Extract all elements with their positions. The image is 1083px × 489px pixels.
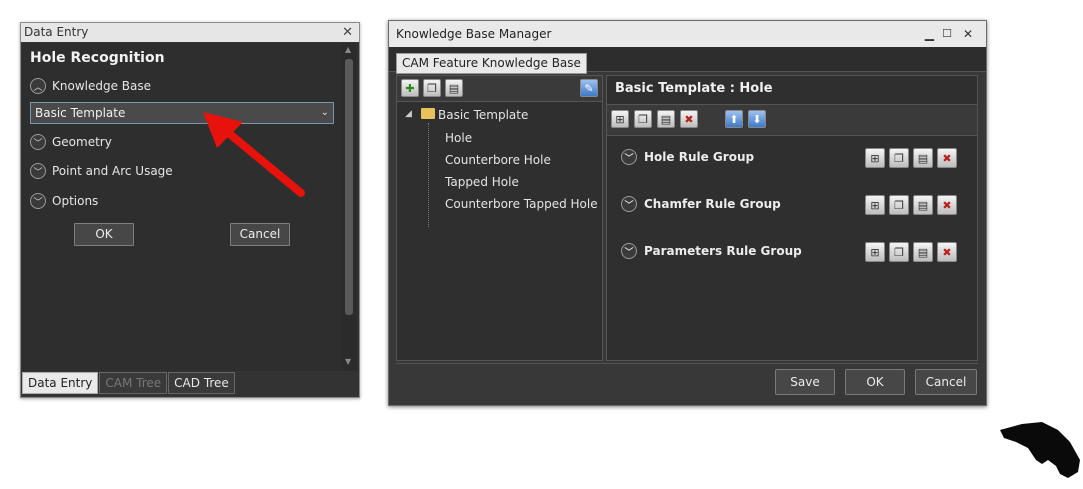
tree-item-counterbore-tapped-hole[interactable]: Counterbore Tapped Hole <box>445 197 598 211</box>
delete-icon[interactable]: ✖ <box>680 110 698 128</box>
paste-icon[interactable]: ▤ <box>657 110 675 128</box>
annotation-arrow <box>203 112 305 197</box>
page-title: Hole Recognition <box>30 50 165 66</box>
tree-item-tapped-hole[interactable]: Tapped Hole <box>445 175 519 189</box>
copy-icon[interactable]: ❐ <box>889 242 909 262</box>
ok-button[interactable]: OK <box>845 369 905 395</box>
add-rule-icon[interactable]: ⊞ <box>611 110 629 128</box>
tree-item-counterbore-hole[interactable]: Counterbore Hole <box>445 153 551 167</box>
add-rule-icon[interactable]: ⊞ <box>865 148 885 168</box>
vertical-scrollbar[interactable]: ▲ ▼ <box>342 43 356 370</box>
window-title: Knowledge Base Manager <box>396 27 552 41</box>
expander-geometry[interactable]: ﹀ Geometry <box>30 134 112 150</box>
tab-cam-feature-knowledge-base[interactable]: CAM Feature Knowledge Base <box>396 53 587 74</box>
minimize-icon[interactable]: ▁ <box>925 21 934 47</box>
paste-icon[interactable]: ▤ <box>913 148 933 168</box>
paste-icon[interactable]: ▤ <box>913 242 933 262</box>
delete-icon[interactable]: ✖ <box>937 148 957 168</box>
chevron-down-icon: ﹀ <box>621 243 637 259</box>
expander-label: Point and Arc Usage <box>52 164 173 178</box>
rule-group-parameters[interactable]: ﹀ Parameters Rule Group <box>621 243 802 259</box>
tab-cad-tree[interactable]: CAD Tree <box>168 372 235 394</box>
rule-group-hole[interactable]: ﹀ Hole Rule Group <box>621 149 754 165</box>
paste-icon[interactable]: ▤ <box>445 79 463 97</box>
data-entry-title: Data Entry <box>24 25 89 39</box>
detail-toolbar: ⊞ ❐ ▤ ✖ ⬆ ⬇ <box>607 104 977 136</box>
maximize-icon[interactable]: ☐ <box>942 21 952 47</box>
copy-icon[interactable]: ❐ <box>889 195 909 215</box>
cancel-button[interactable]: Cancel <box>230 223 290 246</box>
expander-knowledge-base[interactable]: ︿ Knowledge Base <box>30 78 151 94</box>
expander-label: Options <box>52 194 99 208</box>
rule-group-label: Parameters Rule Group <box>644 244 802 258</box>
close-icon[interactable]: ✕ <box>963 21 973 47</box>
add-icon[interactable]: ✚ <box>401 79 419 97</box>
rule-group-actions: ⊞ ❐ ▤ ✖ <box>865 195 957 215</box>
copy-icon[interactable]: ❐ <box>889 148 909 168</box>
folder-icon <box>421 108 435 119</box>
expander-options[interactable]: ﹀ Options <box>30 193 98 209</box>
add-rule-icon[interactable]: ⊞ <box>865 242 885 262</box>
expander-label: Geometry <box>52 135 112 149</box>
panther-logo <box>1000 422 1080 478</box>
chevron-down-icon: ﹀ <box>621 196 637 212</box>
copy-icon[interactable]: ❐ <box>423 79 441 97</box>
chevron-down-icon: ﹀ <box>30 163 46 179</box>
rule-group-actions: ⊞ ❐ ▤ ✖ <box>865 148 957 168</box>
template-select-value: Basic Template <box>35 106 126 120</box>
tree-item-hole[interactable]: Hole <box>445 131 472 145</box>
tab-data-entry[interactable]: Data Entry <box>22 372 99 394</box>
tree-root-basic-template[interactable]: Basic Template <box>438 108 528 122</box>
detail-pane: Basic Template : Hole ⊞ ❐ ▤ ✖ ⬆ ⬇ ﹀ Hole… <box>606 75 978 361</box>
cancel-button[interactable]: Cancel <box>915 369 977 395</box>
move-up-icon[interactable]: ⬆ <box>725 110 743 128</box>
chevron-down-icon: ﹀ <box>30 193 46 209</box>
data-entry-titlebar: Data Entry ✕ <box>21 23 359 42</box>
data-entry-panel: Data Entry ✕ Hole Recognition ︿ Knowledg… <box>20 22 360 398</box>
knowledge-base-manager-window: Knowledge Base Manager ▁ ☐ ✕ CAM Feature… <box>388 20 987 406</box>
rule-group-label: Chamfer Rule Group <box>644 197 781 211</box>
delete-icon[interactable]: ✖ <box>937 242 957 262</box>
expander-point-and-arc-usage[interactable]: ﹀ Point and Arc Usage <box>30 163 173 179</box>
tree-toolbar: ✚ ❐ ▤ ✎ <box>397 76 602 102</box>
tree-pane: ✚ ❐ ▤ ✎ ◢ Basic Template Hole Counterbor… <box>396 75 603 361</box>
detail-title: Basic Template : Hole <box>615 81 773 96</box>
scroll-down-icon[interactable]: ▼ <box>345 357 351 366</box>
panel-tabs: Data Entry CAM Tree CAD Tree <box>22 372 236 394</box>
kb-titlebar: Knowledge Base Manager ▁ ☐ ✕ <box>389 21 986 47</box>
rule-group-actions: ⊞ ❐ ▤ ✖ <box>865 242 957 262</box>
chevron-down-icon: ﹀ <box>621 149 637 165</box>
save-button[interactable]: Save <box>775 369 835 395</box>
chevron-up-icon: ︿ <box>30 78 46 94</box>
tab-cam-tree[interactable]: CAM Tree <box>99 372 168 394</box>
scrollbar-thumb[interactable] <box>345 59 353 315</box>
rule-group-chamfer[interactable]: ﹀ Chamfer Rule Group <box>621 196 781 212</box>
chevron-down-icon: ⌄ <box>320 107 329 118</box>
eraser-icon[interactable]: ✎ <box>580 79 598 97</box>
data-entry-content: Hole Recognition ︿ Knowledge Base Basic … <box>22 43 358 371</box>
paste-icon[interactable]: ▤ <box>913 195 933 215</box>
rule-group-label: Hole Rule Group <box>644 150 755 164</box>
scroll-up-icon[interactable]: ▲ <box>345 45 351 54</box>
expander-label: Knowledge Base <box>52 79 151 93</box>
footer-divider <box>396 363 978 364</box>
move-down-icon[interactable]: ⬇ <box>748 110 766 128</box>
chevron-down-icon: ﹀ <box>30 134 46 150</box>
add-rule-icon[interactable]: ⊞ <box>865 195 885 215</box>
collapse-triangle-icon[interactable]: ◢ <box>405 109 412 119</box>
close-icon[interactable]: ✕ <box>342 23 353 42</box>
delete-icon[interactable]: ✖ <box>937 195 957 215</box>
tree-line <box>428 123 430 227</box>
ok-button[interactable]: OK <box>74 223 134 246</box>
copy-icon[interactable]: ❐ <box>634 110 652 128</box>
